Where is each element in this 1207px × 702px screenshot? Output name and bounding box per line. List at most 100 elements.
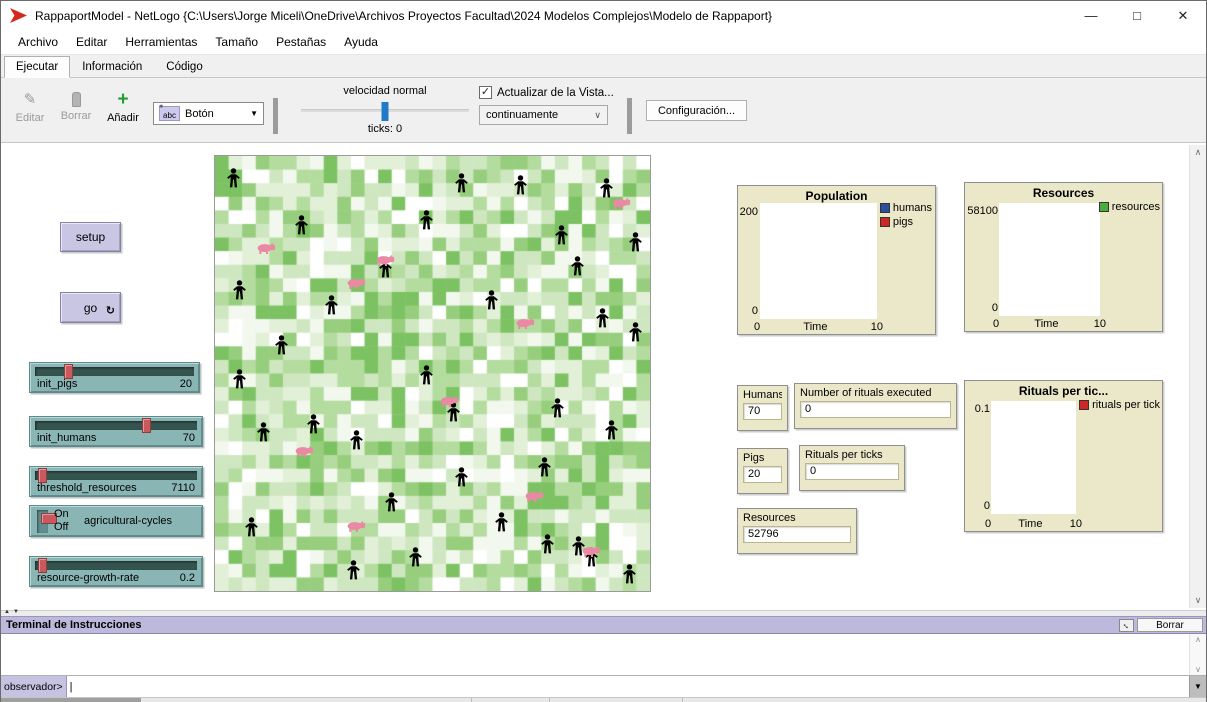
view-updates-checkbox[interactable]: ✓: [479, 86, 492, 99]
diagonal-arrows-icon: ↔: [1120, 619, 1133, 632]
slider-handle[interactable]: [38, 468, 47, 483]
human-turtle: [595, 308, 610, 333]
human-turtle: [226, 168, 241, 193]
delete-widget-button[interactable]: Borrar: [57, 91, 95, 122]
slider-handle[interactable]: [38, 558, 47, 573]
chevron-down-icon: ▼: [1194, 682, 1202, 691]
menu-archivo[interactable]: Archivo: [9, 31, 67, 53]
world-view[interactable]: [214, 155, 651, 592]
pig-turtle: [346, 277, 366, 295]
slider-threshold-resources[interactable]: threshold_resources 7110: [29, 466, 203, 497]
terminal-output[interactable]: ∧ ∨: [1, 633, 1206, 675]
human-turtle: [324, 295, 339, 320]
human-turtle: [232, 369, 247, 394]
monitor-pigs: Pigs 20: [737, 448, 788, 494]
legend-swatch-humans: [880, 203, 890, 213]
forever-icon: ↻: [106, 304, 115, 317]
human-turtle: [419, 210, 434, 235]
human-turtle: [294, 215, 309, 240]
splitter-handle-icon[interactable]: ▲▼: [4, 609, 22, 615]
tab-codigo[interactable]: Código: [154, 56, 214, 78]
edit-widget-button[interactable]: ✎ Editar: [11, 91, 49, 124]
human-turtle: [454, 467, 469, 492]
human-turtle: [494, 512, 509, 537]
menu-editar[interactable]: Editar: [67, 31, 116, 53]
toolbar-separator: [273, 98, 278, 134]
plot-legend: rituals per tick: [1079, 399, 1160, 413]
terminal-header: Terminal de Instrucciones ↔ Borrar: [1, 616, 1206, 633]
slider-handle[interactable]: [142, 418, 151, 433]
human-turtle: [484, 290, 499, 315]
human-turtle: [513, 175, 528, 200]
widget-type-value: Botón: [185, 108, 214, 120]
human-turtle: [628, 232, 643, 257]
human-turtle: [256, 422, 271, 447]
bottom-strip: [1, 697, 1206, 702]
expand-terminal-button[interactable]: ↔: [1119, 619, 1134, 632]
plot-legend: resources: [1099, 201, 1160, 215]
human-turtle: [346, 560, 361, 585]
observer-prompt-label: observador>: [1, 676, 67, 697]
human-turtle: [550, 398, 565, 423]
toolbar: ✎ Editar Borrar + Añadir abc Botón ▼ vel…: [1, 78, 1206, 143]
monitor-rituals-executed: Number of rituals executed 0: [794, 383, 957, 429]
switch-agricultural-cycles[interactable]: On Off agricultural-cycles: [29, 505, 203, 537]
plot-area: [999, 203, 1100, 316]
go-button[interactable]: go ↻: [60, 292, 121, 323]
tab-ejecutar[interactable]: Ejecutar: [4, 56, 70, 78]
view-updates-label: Actualizar de la Vista...: [497, 87, 614, 99]
minimize-button[interactable]: —: [1068, 1, 1114, 30]
setup-button[interactable]: setup: [60, 222, 121, 252]
human-turtle: [274, 335, 289, 360]
slider-init-pigs[interactable]: init_pigs 20: [29, 362, 200, 393]
menu-pestanas[interactable]: Pestañas: [267, 31, 335, 53]
slider-init-humans[interactable]: init_humans 70: [29, 416, 203, 447]
human-turtle: [554, 225, 569, 250]
eraser-icon: [72, 92, 81, 107]
pig-turtle: [294, 445, 314, 463]
netlogo-logo-icon: [10, 8, 27, 23]
turtle-layer: [215, 156, 650, 591]
menu-tamano[interactable]: Tamaño: [206, 31, 267, 53]
clear-terminal-button[interactable]: Borrar: [1137, 618, 1203, 632]
update-mode-dropdown[interactable]: continuamente ∨: [479, 105, 608, 125]
command-input[interactable]: |: [67, 676, 1189, 697]
slider-resource-growth-rate[interactable]: resource-growth-rate 0.2: [29, 556, 203, 587]
pencil-icon: ✎: [11, 91, 49, 109]
menu-herramientas[interactable]: Herramientas: [116, 31, 206, 53]
scroll-up-icon[interactable]: ∧: [1190, 635, 1206, 644]
plot-population: Population 200 0 0 Time 10 humans pigs: [737, 185, 936, 335]
terminal-scrollbar[interactable]: ∧ ∨: [1189, 634, 1206, 675]
tab-informacion[interactable]: Información: [70, 56, 154, 78]
history-dropdown-button[interactable]: ▼: [1189, 676, 1206, 697]
add-widget-button[interactable]: + Añadir: [103, 91, 143, 124]
plot-rituals: Rituals per tic... 0.1 0 0 Time 10 ritua…: [964, 380, 1163, 532]
pig-turtle: [439, 395, 459, 413]
plot-resources: Resources 58100 0 0 Time 10 resources: [964, 182, 1163, 332]
speed-slider-handle[interactable]: [382, 102, 389, 121]
toolbar-separator: [627, 98, 632, 134]
menu-bar: Archivo Editar Herramientas Tamaño Pesta…: [1, 30, 1206, 55]
plot-title: Resources: [965, 186, 1162, 200]
slider-handle[interactable]: [64, 364, 73, 379]
menu-ayuda[interactable]: Ayuda: [335, 31, 387, 53]
scroll-down-icon[interactable]: ∨: [1190, 595, 1206, 606]
settings-button[interactable]: Configuración...: [646, 100, 747, 121]
tab-bar: Ejecutar Información Código: [1, 55, 1206, 78]
human-turtle: [384, 492, 399, 517]
speed-label: velocidad normal: [301, 85, 469, 97]
human-turtle: [628, 322, 643, 347]
scroll-up-icon[interactable]: ∧: [1190, 147, 1206, 158]
maximize-button[interactable]: □: [1114, 1, 1160, 30]
scroll-down-icon[interactable]: ∨: [1190, 665, 1206, 674]
plot-legend: humans pigs: [880, 202, 932, 230]
main-vertical-scrollbar[interactable]: ∧ ∨: [1189, 145, 1206, 608]
close-button[interactable]: ✕: [1160, 1, 1206, 30]
speed-slider[interactable]: [301, 109, 469, 112]
terminal-splitter[interactable]: ▲▼: [1, 610, 1206, 616]
widget-type-dropdown[interactable]: abc Botón ▼: [153, 102, 264, 125]
pig-turtle: [581, 545, 601, 563]
text-caret: |: [70, 681, 73, 693]
legend-swatch-pigs: [880, 217, 890, 227]
human-turtle: [537, 457, 552, 482]
